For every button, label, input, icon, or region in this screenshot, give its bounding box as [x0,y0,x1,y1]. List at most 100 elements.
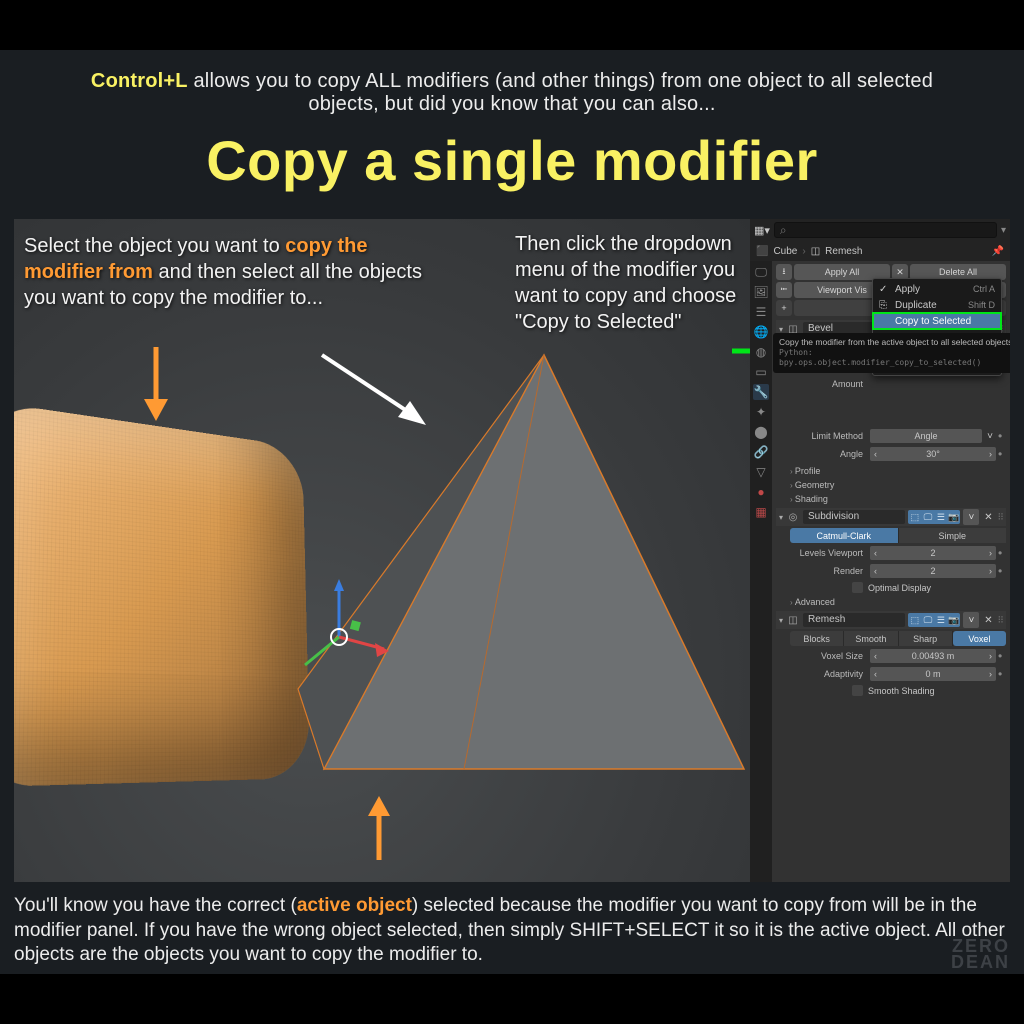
editor-type-icon[interactable]: ▦▾ [754,224,770,237]
intro-shortcut: Control+L [91,70,188,92]
download-icon[interactable]: ⭳ [776,264,792,280]
tab-physics-icon[interactable]: ⬤ [753,424,769,440]
voxel-size-value[interactable]: 0.00493 m [870,649,996,663]
render-value[interactable]: 2 [870,564,996,578]
panel-top-row: ▦▾ ▾ [750,219,1010,241]
limit-method-value[interactable]: Angle [870,429,982,443]
letterbox-top [0,0,1024,50]
checkbox-icon [852,582,863,593]
subdiv-display-toggles[interactable]: ⬚🖵☰📷 [908,510,960,524]
menu-apply[interactable]: ✓ Apply Ctrl A [873,281,1001,297]
instruction-right: Then click the dropdown menu of the modi… [515,231,740,335]
tab-object-icon[interactable]: ▭ [753,364,769,380]
arrow-diagonal-icon [314,349,434,429]
geometry-section[interactable]: Geometry [790,480,1006,490]
properties-body: 🖵 🖼 ☰ 🌐 ◍ ▭ 🔧 ✦ ⬤ 🔗 ▽ ● ▦ ⭳ [750,261,1010,882]
subdiv-type-segment: Catmull-Clark Simple [790,528,1006,543]
optimal-display-checkbox[interactable]: Optimal Display [852,582,1006,593]
modifier-remesh: ▾ ◫ Remesh ⬚🖵☰📷 ˅ ✕ ⠿ Blocks Smooth Shar… [776,611,1006,696]
modifier-icon: ◫ [811,246,820,257]
delete-icon[interactable]: ✕ [982,512,994,523]
tab-world-icon[interactable]: ◍ [753,344,769,360]
object-icon[interactable]: ⬛ [756,246,768,257]
check-icon: ✓ [879,284,889,295]
angle-value[interactable]: 30° [870,447,996,461]
footer: You'll know you have the correct (active… [0,882,1024,974]
instruction-left: Select the object you want to copy the m… [24,233,424,311]
delete-icon[interactable]: ✕ [982,615,994,626]
modifier-bevel: ▾ ◫ Bevel ⬚🖵☰ ˅ ⠿ Vertices Width Type Am… [776,320,1006,504]
copy-icon: ⎘ [879,300,889,311]
tooltip: Copy the modifier from the active object… [773,333,1010,373]
search-input[interactable] [774,222,997,238]
header: Control+L allows you to copy ALL modifie… [0,50,1024,217]
subdiv-dropdown-button[interactable]: ˅ [963,509,979,525]
shading-section[interactable]: Shading [790,494,1006,504]
tab-particles-icon[interactable]: ✦ [753,404,769,420]
tab-modifiers-icon[interactable]: 🔧 [753,384,769,400]
catmull-option[interactable]: Catmull-Clark [790,528,899,543]
tab-data-icon[interactable]: ▽ [753,464,769,480]
subdiv-name-field[interactable]: Subdivision [803,510,905,524]
chevron-down-icon[interactable]: ▾ [779,513,783,522]
remesh-header[interactable]: ▾ ◫ Remesh ⬚🖵☰📷 ˅ ✕ ⠿ [776,611,1006,629]
levels-viewport-value[interactable]: 2 [870,546,996,560]
remesh-mode-segment: Blocks Smooth Sharp Voxel [790,631,1006,646]
smooth-shading-checkbox[interactable]: Smooth Shading [852,685,1006,696]
menu-duplicate[interactable]: ⎘ Duplicate Shift D [873,297,1001,313]
pin-icon[interactable]: 📌 [992,246,1004,257]
remesh-name-field[interactable]: Remesh [803,613,905,627]
blocks-option[interactable]: Blocks [790,631,844,646]
letterbox-bottom [0,974,1024,1024]
advanced-section[interactable]: Advanced [790,597,1006,607]
arrow-down-icon [134,343,174,423]
subdiv-icon: ◎ [786,512,800,523]
voxel-option[interactable]: Voxel [953,631,1006,646]
remesh-icon: ◫ [786,615,800,626]
page-root: Control+L allows you to copy ALL modifie… [0,0,1024,1024]
amount-label: Amount [790,379,868,389]
chevron-down-icon[interactable]: ▾ [779,616,783,625]
subdiv-header[interactable]: ▾ ◎ Subdivision ⬚🖵☰📷 ˅ ✕ ⠿ [776,508,1006,526]
crumb-modifier[interactable]: Remesh [825,246,862,257]
tab-material-icon[interactable]: ● [753,484,769,500]
smooth-option[interactable]: Smooth [844,631,898,646]
modifier-subdivision: ▾ ◎ Subdivision ⬚🖵☰📷 ˅ ✕ ⠿ Catmull-Clark… [776,508,1006,607]
remesh-dropdown-button[interactable]: ˅ [963,612,979,628]
expand-icon[interactable]: ⭰ [776,282,792,298]
profile-section[interactable]: Profile [790,466,1006,476]
content-row: Select the object you want to copy the m… [0,217,1024,882]
simple-option[interactable]: Simple [899,528,1007,543]
intro-text: Control+L allows you to copy ALL modifie… [60,70,964,116]
tab-output-icon[interactable]: 🖼 [753,284,769,300]
filter-icon[interactable]: ▾ [1001,225,1006,236]
tab-texture-icon[interactable]: ▦ [753,504,769,520]
tab-scene-icon[interactable]: 🌐 [753,324,769,340]
drag-handle-icon[interactable]: ⠿ [997,615,1003,626]
arrow-up-icon [364,794,394,864]
chevron-down-icon[interactable]: ˅ [984,431,996,442]
crumb-object[interactable]: Cube [773,246,797,257]
remesh-display-toggles[interactable]: ⬚🖵☰📷 [908,613,960,627]
page-title: Copy a single modifier [60,128,964,193]
drag-handle-icon[interactable]: ⠿ [997,512,1003,523]
checkbox-icon [852,685,863,696]
adaptivity-value[interactable]: 0 m [870,667,996,681]
limit-method-label: Limit Method [790,431,868,441]
cube-object[interactable] [14,400,310,787]
arrow-right-icon [730,343,750,359]
levels-viewport-label: Levels Viewport [790,548,868,558]
angle-label: Angle [790,449,868,459]
adaptivity-label: Adaptivity [790,669,868,679]
tab-render-icon[interactable]: 🖵 [753,264,769,280]
plus-icon[interactable]: + [776,300,792,316]
viewport-3d[interactable]: Select the object you want to copy the m… [14,219,750,882]
modifier-context-menu: ✓ Apply Ctrl A ⎘ Duplicate Shift D [872,278,1002,376]
voxel-size-label: Voxel Size [790,651,868,661]
menu-copy-to-selected[interactable]: Copy to Selected [873,313,1001,329]
watermark: ZERO DEAN [951,938,1010,970]
tab-constraints-icon[interactable]: 🔗 [753,444,769,460]
tab-viewlayer-icon[interactable]: ☰ [753,304,769,320]
sharp-option[interactable]: Sharp [899,631,953,646]
properties-tabs: 🖵 🖼 ☰ 🌐 ◍ ▭ 🔧 ✦ ⬤ 🔗 ▽ ● ▦ [750,261,772,882]
